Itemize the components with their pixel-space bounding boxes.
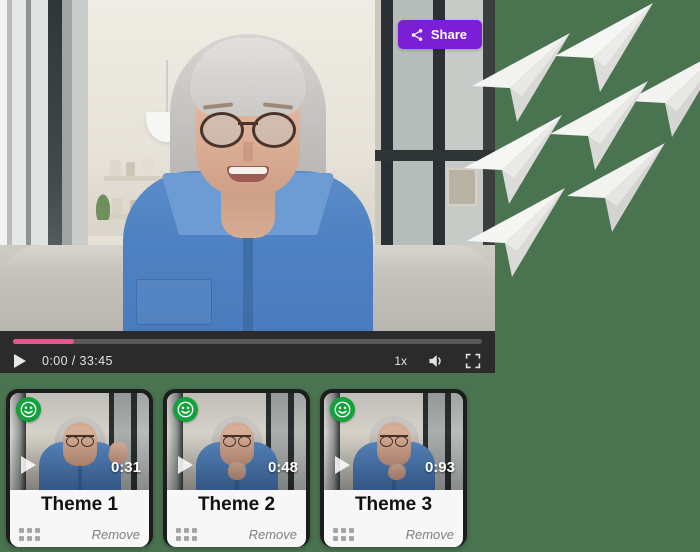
card-title: Theme 2: [197, 494, 276, 515]
card-duration: 0:31: [110, 459, 141, 476]
shirt-pocket: [135, 279, 212, 325]
fullscreen-icon[interactable]: [465, 353, 481, 369]
share-icon: [411, 28, 423, 41]
card-body: Theme 1 Remove: [10, 490, 149, 547]
card-title: Theme 1: [40, 494, 119, 515]
card-body: Theme 2 Remove: [167, 490, 306, 547]
eyeglasses: [199, 112, 296, 148]
card-play-button[interactable]: [178, 456, 193, 474]
play-button[interactable]: [14, 354, 26, 368]
progress-bar-track[interactable]: [13, 339, 482, 344]
paper-plane-icon: [627, 61, 700, 137]
smiley-face-icon: [20, 401, 37, 418]
person-on-video: [0, 0, 495, 331]
drag-handle-icon[interactable]: [333, 528, 354, 541]
drag-handle-icon[interactable]: [19, 528, 40, 541]
controls-row: 0:00 / 33:45 1x: [0, 349, 495, 373]
remove-button[interactable]: Remove: [92, 527, 140, 542]
card-play-button[interactable]: [21, 456, 36, 474]
lens-right: [251, 112, 296, 148]
remove-button[interactable]: Remove: [249, 527, 297, 542]
theme-card[interactable]: 0:93 Theme 3 Remove: [320, 389, 467, 547]
paper-plane-icon: [555, 3, 653, 92]
card-thumbnail[interactable]: 0:48: [167, 393, 306, 490]
status-badge[interactable]: [16, 397, 41, 422]
volume-icon[interactable]: [427, 353, 445, 369]
card-duration: 0:93: [424, 459, 455, 476]
card-footer: Remove: [324, 527, 463, 542]
video-controls-bar: 0:00 / 33:45 1x: [0, 331, 495, 373]
card-duration: 0:48: [267, 459, 298, 476]
smiley-face-icon: [334, 401, 351, 418]
glasses-bridge: [237, 122, 258, 125]
card-footer: Remove: [167, 527, 306, 542]
remove-button[interactable]: Remove: [406, 527, 454, 542]
right-controls: 1x: [394, 353, 481, 369]
teeth: [228, 167, 267, 174]
mouth: [226, 166, 269, 182]
video-frame[interactable]: Share: [0, 0, 495, 331]
smiley-face-icon: [177, 401, 194, 418]
nose: [242, 142, 253, 162]
card-title: Theme 3: [354, 494, 433, 515]
card-footer: Remove: [10, 527, 149, 542]
share-button[interactable]: Share: [397, 20, 482, 49]
paper-plane-icon: [550, 81, 648, 170]
card-play-button[interactable]: [335, 456, 350, 474]
theme-cards-list: 0:31 Theme 1 Remove 0:48 Theme 2 Remove …: [6, 389, 467, 547]
screenshot-root: Share 0:00 / 33:45 1x 0:31 Theme 1 Remov…: [0, 0, 700, 552]
playback-speed-button[interactable]: 1x: [394, 354, 407, 368]
time-display: 0:00 / 33:45: [42, 354, 113, 368]
theme-card[interactable]: 0:31 Theme 1 Remove: [6, 389, 153, 547]
status-badge[interactable]: [330, 397, 355, 422]
status-badge[interactable]: [173, 397, 198, 422]
card-body: Theme 3 Remove: [324, 490, 463, 547]
video-player: Share 0:00 / 33:45 1x: [0, 0, 495, 373]
lens-left: [199, 112, 244, 148]
share-button-label: Share: [430, 27, 467, 42]
progress-bar-fill: [13, 339, 74, 344]
theme-card[interactable]: 0:48 Theme 2 Remove: [163, 389, 310, 547]
drag-handle-icon[interactable]: [176, 528, 197, 541]
card-thumbnail[interactable]: 0:31: [10, 393, 149, 490]
card-thumbnail[interactable]: 0:93: [324, 393, 463, 490]
paper-plane-icon: [567, 143, 665, 232]
